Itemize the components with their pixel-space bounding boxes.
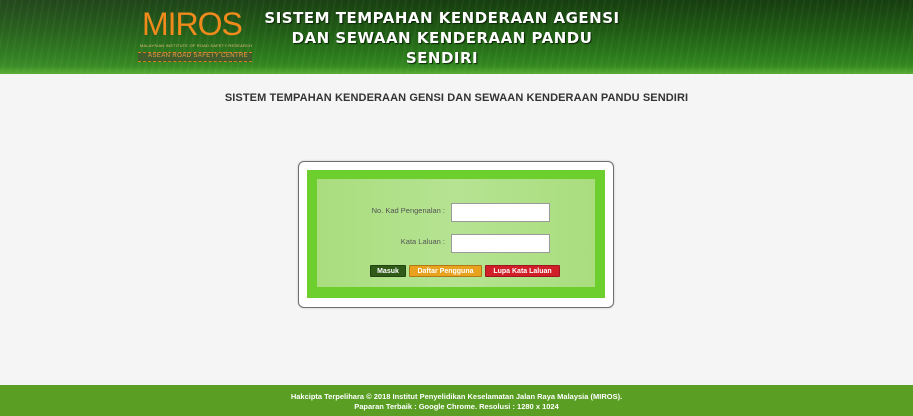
password-label: Kata Laluan : bbox=[400, 237, 445, 246]
register-button[interactable]: Daftar Pengguna bbox=[409, 265, 482, 277]
logo-tagline: ASEAN ROAD SAFETY CENTRE bbox=[148, 53, 249, 59]
forgot-password-button[interactable]: Lupa Kata Laluan bbox=[485, 265, 560, 277]
login-panel: No. Kad Pengenalan : Kata Laluan : Masuk… bbox=[307, 170, 605, 298]
ic-number-label: No. Kad Pengenalan : bbox=[371, 206, 445, 215]
miros-logo: MIROS MALAYSIAN INSTITUTE OF ROAD SAFETY… bbox=[134, 6, 256, 64]
footer-copyright: Hakcipta Terpelihara © 2018 Institut Pen… bbox=[290, 392, 623, 401]
header-title-line-1: SISTEM TEMPAHAN KENDERAAN AGENSI bbox=[264, 9, 620, 27]
login-box: No. Kad Pengenalan : Kata Laluan : Masuk… bbox=[298, 161, 614, 308]
password-input[interactable] bbox=[451, 234, 550, 253]
header-title: SISTEM TEMPAHAN KENDERAAN AGENSI DAN SEW… bbox=[262, 8, 622, 68]
login-form: No. Kad Pengenalan : Kata Laluan : Masuk… bbox=[317, 179, 595, 287]
logo-text: MIROS bbox=[142, 6, 243, 42]
logo-subtitle: MALAYSIAN INSTITUTE OF ROAD SAFETY RESEA… bbox=[140, 43, 253, 48]
page-title: SISTEM TEMPAHAN KENDERAAN GENSI DAN SEWA… bbox=[224, 92, 689, 104]
login-button[interactable]: Masuk bbox=[370, 265, 406, 277]
ic-number-input[interactable] bbox=[451, 203, 550, 222]
header-title-line-3: SENDIRI bbox=[405, 49, 479, 67]
header-title-line-2: DAN SEWAAN KENDERAAN PANDU bbox=[291, 29, 593, 47]
footer-browser-note: Paparan Terbaik : Google Chrome. Resolus… bbox=[354, 402, 559, 411]
footer: Hakcipta Terpelihara © 2018 Institut Pen… bbox=[0, 385, 913, 416]
header-banner: MIROS MALAYSIAN INSTITUTE OF ROAD SAFETY… bbox=[0, 0, 913, 74]
